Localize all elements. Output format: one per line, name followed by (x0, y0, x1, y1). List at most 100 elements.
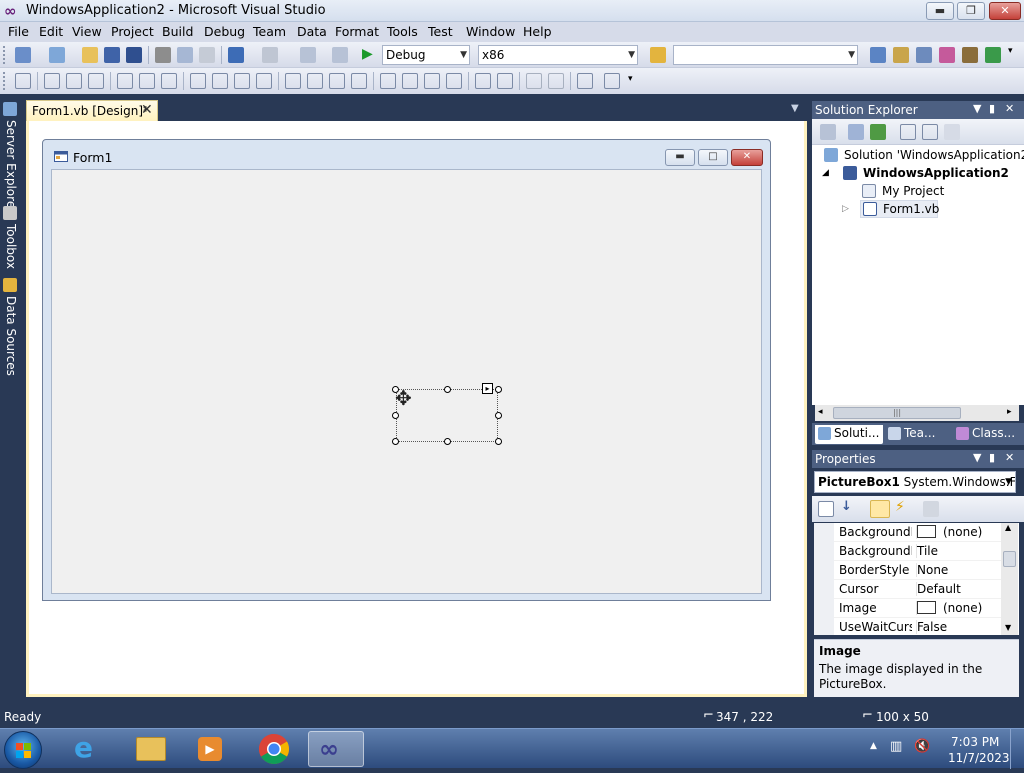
object-selector-dropdown[interactable]: PictureBox1 System.Windows.For ▼ (814, 471, 1016, 493)
network-icon[interactable]: ▥ (890, 739, 902, 754)
solution-horizontal-scrollbar[interactable]: ◂ ||| ▸ (815, 405, 1019, 421)
solution-platform-dropdown[interactable]: x86 ▼ (478, 45, 638, 65)
window-position-icon[interactable]: ▼ (973, 451, 981, 464)
property-row[interactable]: BackgroundIr (none) (814, 523, 1002, 542)
menu-view[interactable]: View (72, 24, 102, 39)
restore-button[interactable]: ❐ (957, 2, 985, 20)
menu-debug[interactable]: Debug (204, 24, 245, 39)
property-row[interactable]: BorderStyle None (814, 561, 1002, 580)
tab-order-icon[interactable] (577, 73, 593, 89)
tab-solution-explorer[interactable]: Soluti... (815, 425, 883, 444)
start-debugging-icon[interactable]: ▶ (362, 46, 373, 62)
resize-handle-top-right[interactable] (495, 386, 502, 393)
close-panel-icon[interactable]: ✕ (1005, 102, 1014, 115)
resize-handle-bottom-right[interactable] (495, 438, 502, 445)
align-rights-icon[interactable] (88, 73, 104, 89)
paste-icon[interactable] (199, 47, 215, 63)
collapse-arrow-icon[interactable]: ◢ (822, 168, 829, 178)
property-value[interactable]: (none) (916, 525, 982, 539)
window-position-icon[interactable]: ▼ (973, 102, 981, 115)
menu-format[interactable]: Format (335, 24, 379, 39)
property-row[interactable]: BackgroundIr Tile (814, 542, 1002, 561)
center-horizontally-icon[interactable] (475, 73, 491, 89)
volume-muted-icon[interactable]: 🔇 (914, 739, 930, 754)
solution-configuration-dropdown[interactable]: Debug ▼ (382, 45, 470, 65)
property-row[interactable]: Cursor Default (814, 580, 1002, 599)
make-same-size-icon[interactable] (234, 73, 250, 89)
bring-to-front-icon[interactable] (526, 73, 542, 89)
menu-window[interactable]: Window (466, 24, 515, 39)
property-pages-icon[interactable] (923, 501, 939, 517)
pin-icon[interactable]: ▮ (989, 451, 995, 464)
close-tab-icon[interactable]: ✕ (141, 102, 153, 118)
view-designer-icon[interactable] (922, 124, 938, 140)
view-code-icon[interactable] (900, 124, 916, 140)
resize-handle-right[interactable] (495, 412, 502, 419)
expand-arrow-icon[interactable]: ▷ (842, 204, 849, 214)
start-page-icon[interactable] (985, 47, 1001, 63)
toolbar-overflow-icon[interactable]: ▾ (628, 74, 633, 84)
smart-tag-glyph[interactable]: ▸ (482, 383, 493, 394)
cut-icon[interactable] (155, 47, 171, 63)
pin-icon[interactable]: ▮ (989, 102, 995, 115)
property-row[interactable]: UseWaitCursc False (814, 618, 1002, 635)
scroll-right-icon[interactable]: ▸ (1007, 407, 1012, 417)
close-button[interactable]: ✕ (989, 2, 1021, 20)
scrollbar-thumb[interactable] (1003, 551, 1016, 567)
align-lefts-icon[interactable] (44, 73, 60, 89)
taskbar-file-explorer[interactable] (122, 731, 178, 767)
open-file-icon[interactable] (82, 47, 98, 63)
make-same-height-icon[interactable] (212, 73, 228, 89)
remove-horizontal-spacing-icon[interactable] (351, 73, 367, 89)
scroll-up-icon[interactable]: ▲ (1005, 523, 1011, 532)
refresh-icon[interactable] (870, 124, 886, 140)
navigate-forward-icon[interactable] (332, 47, 348, 63)
vertical-spacing-equal-icon[interactable] (380, 73, 396, 89)
find-in-files-icon[interactable] (650, 47, 666, 63)
document-tab-form1-design[interactable]: Form1.vb [Design]* ✕ (26, 100, 158, 121)
active-files-dropdown-icon[interactable]: ▼ (791, 103, 799, 114)
resize-handle-top[interactable] (444, 386, 451, 393)
toolbox-icon[interactable] (939, 47, 955, 63)
toolbar-overflow-icon[interactable]: ▾ (1008, 46, 1013, 56)
properties-icon[interactable] (820, 124, 836, 140)
align-tops-icon[interactable] (117, 73, 133, 89)
menu-edit[interactable]: Edit (39, 24, 63, 39)
categorized-icon[interactable] (818, 501, 834, 517)
center-vertically-icon[interactable] (497, 73, 513, 89)
taskbar-media-player[interactable]: ▶ (182, 731, 238, 767)
events-icon[interactable]: ⚡ (895, 499, 905, 515)
menu-team[interactable]: Team (253, 24, 286, 39)
navigate-backward-icon[interactable] (300, 47, 316, 63)
save-icon[interactable] (104, 47, 120, 63)
menu-file[interactable]: File (8, 24, 29, 39)
alphabetical-icon[interactable]: ↓ (841, 499, 852, 514)
property-value[interactable]: Default (916, 582, 961, 596)
tab-team-explorer[interactable]: Tea... (885, 425, 945, 444)
view-class-diagram-icon[interactable] (944, 124, 960, 140)
taskbar-internet-explorer[interactable]: e (62, 731, 118, 767)
save-all-icon[interactable] (126, 47, 142, 63)
properties-window-icon[interactable] (893, 47, 909, 63)
scrollbar-thumb[interactable]: ||| (833, 407, 961, 419)
scroll-left-icon[interactable]: ◂ (818, 407, 823, 417)
tab-class-view[interactable]: Class... (953, 425, 1023, 444)
resize-handle-left[interactable] (392, 412, 399, 419)
solution-explorer-icon[interactable] (870, 47, 886, 63)
clock-date[interactable]: 11/7/2023 (948, 751, 1010, 765)
scroll-down-icon[interactable]: ▼ (1005, 623, 1011, 632)
menu-project[interactable]: Project (111, 24, 154, 39)
show-desktop-button[interactable] (1010, 729, 1024, 769)
align-middles-icon[interactable] (139, 73, 155, 89)
clock-time[interactable]: 7:03 PM (951, 735, 999, 749)
close-panel-icon[interactable]: ✕ (1005, 451, 1014, 464)
taskbar-visual-studio[interactable]: ∞ (308, 731, 364, 767)
toolbar-grip[interactable] (3, 72, 7, 90)
tab-toolbox[interactable]: Toolbox (2, 224, 20, 269)
form1-window[interactable]: Form1 ▬ □ ✕ (42, 139, 771, 601)
increase-vertical-spacing-icon[interactable] (402, 73, 418, 89)
undo-icon[interactable] (228, 47, 244, 63)
show-hidden-icons[interactable]: ▲ (870, 741, 877, 751)
menu-data[interactable]: Data (297, 24, 327, 39)
decrease-horizontal-spacing-icon[interactable] (329, 73, 345, 89)
